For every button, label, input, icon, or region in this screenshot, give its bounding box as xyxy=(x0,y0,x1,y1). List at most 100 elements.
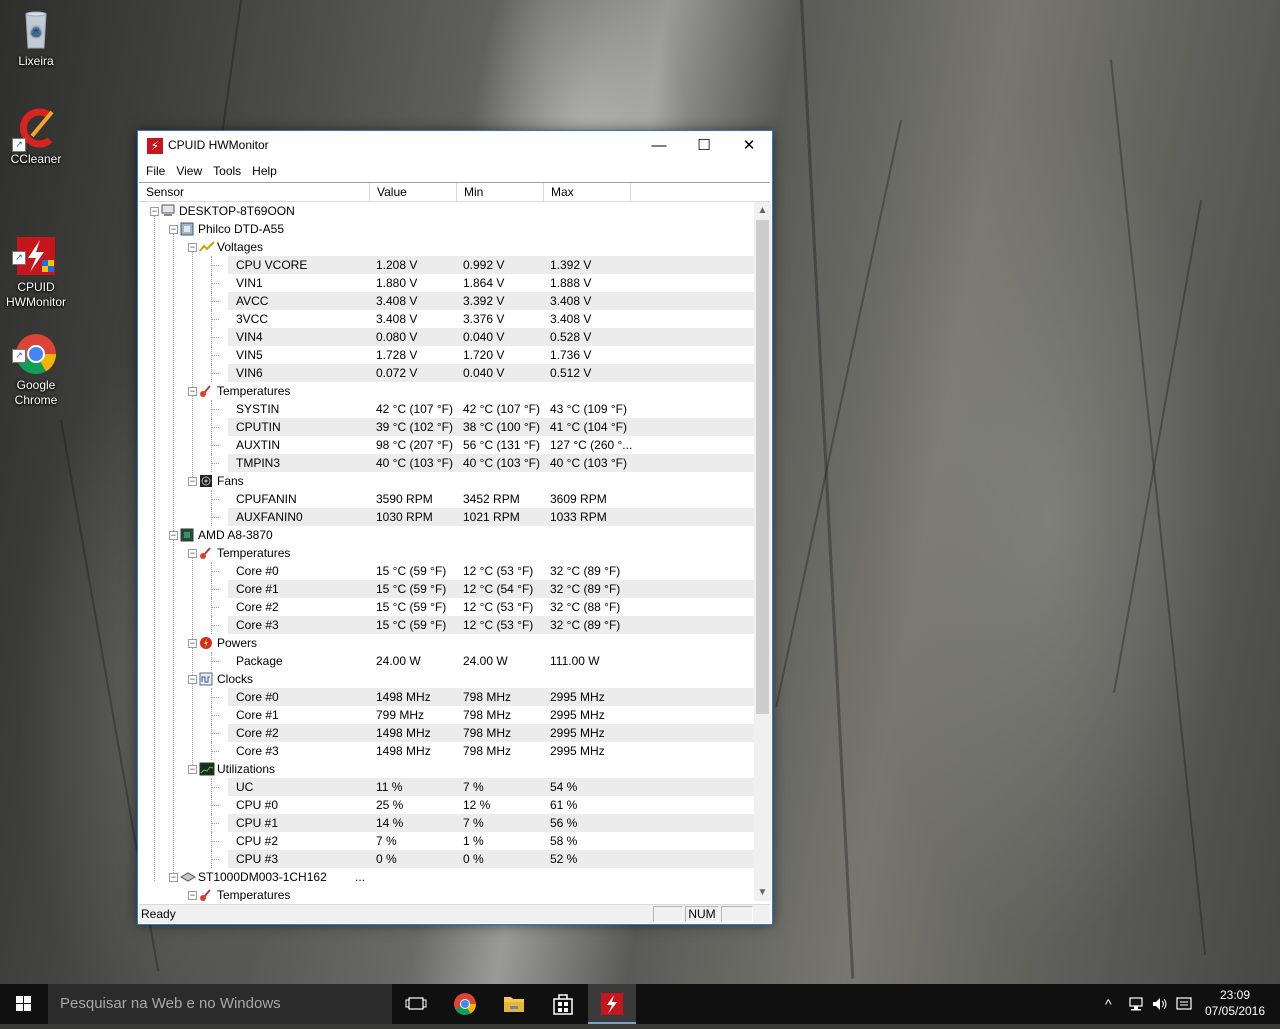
minimize-button[interactable]: — xyxy=(636,131,682,161)
sensor-row[interactable]: AUXTIN 98 °C (207 °F) 56 °C (131 °F) 127 °C… xyxy=(139,436,754,454)
sensor-min: 798 MHz xyxy=(463,726,512,740)
sensor-group-row[interactable]: − Temperatures xyxy=(139,886,754,901)
sensor-group-row[interactable]: − Temperatures xyxy=(139,544,754,562)
sensor-row[interactable]: Core #2 15 °C (59 °F) 12 °C (53 °F) 32 °C (… xyxy=(139,598,754,616)
sensor-row[interactable]: CPU #1 14 % 7 % 56 % xyxy=(139,814,754,832)
sensor-tree[interactable]: − DESKTOP-8T69OON − Philco DTD-A55− Voltages… xyxy=(139,202,754,901)
search-input[interactable]: Pesquisar na Web e no Windows xyxy=(48,984,392,1024)
sensor-row[interactable]: CPU #0 25 % 12 % 61 % xyxy=(139,796,754,814)
menu-help[interactable]: Help xyxy=(248,161,284,181)
title-bar[interactable]: ⚡ CPUID HWMonitor — ☐ ✕ xyxy=(138,131,772,161)
column-sensor[interactable]: Sensor xyxy=(139,183,370,201)
taskbar-chrome-button[interactable] xyxy=(441,984,489,1024)
desktop-icon-recycle-bin[interactable]: ♻ Lixeira xyxy=(0,8,72,69)
action-center-icon[interactable] xyxy=(1175,996,1193,1015)
sensor-row[interactable]: VIN6 0.072 V 0.040 V 0.512 V xyxy=(139,364,754,382)
sensor-row[interactable]: Core #0 15 °C (59 °F) 12 °C (53 °F) 32 °C (… xyxy=(139,562,754,580)
volume-icon[interactable] xyxy=(1151,996,1169,1015)
sensor-row[interactable]: 3VCC 3.408 V 3.376 V 3.408 V xyxy=(139,310,754,328)
sensor-name: VIN6 xyxy=(236,366,263,380)
sensor-row[interactable]: CPUFANIN 3590 RPM 3452 RPM 3609 RPM xyxy=(139,490,754,508)
sensor-name: Package xyxy=(236,654,283,668)
sensor-group-row[interactable]: − Fans xyxy=(139,472,754,490)
sensor-row[interactable]: Core #1 15 °C (59 °F) 12 °C (54 °F) 32 °C (… xyxy=(139,580,754,598)
menu-tools[interactable]: Tools xyxy=(209,161,248,181)
collapse-toggle-icon[interactable]: − xyxy=(188,243,197,252)
scroll-up-icon[interactable]: ▲ xyxy=(754,202,771,219)
task-view-button[interactable] xyxy=(392,984,440,1024)
sensor-max: 58 % xyxy=(550,834,578,848)
sensor-min: 1 % xyxy=(463,834,484,848)
vertical-scrollbar[interactable]: ▲ ▼ xyxy=(754,202,771,901)
collapse-toggle-icon[interactable]: − xyxy=(188,765,197,774)
sensor-value: 15 °C (59 °F) xyxy=(376,600,447,614)
collapse-toggle-icon[interactable]: − xyxy=(169,225,178,234)
sensor-row[interactable]: Core #3 15 °C (59 °F) 12 °C (53 °F) 32 °C (… xyxy=(139,616,754,634)
collapse-toggle-icon[interactable]: − xyxy=(188,477,197,486)
collapse-toggle-icon[interactable]: − xyxy=(150,207,159,216)
sensor-row[interactable]: CPU VCORE 1.208 V 0.992 V 1.392 V xyxy=(139,256,754,274)
sensor-row[interactable]: AVCC 3.408 V 3.392 V 3.408 V xyxy=(139,292,754,310)
sensor-group-row[interactable]: − Utilizations xyxy=(139,760,754,778)
sensor-group-row[interactable]: − Philco DTD-A55 xyxy=(139,220,754,238)
taskbar-store-button[interactable] xyxy=(539,984,587,1024)
taskbar-hwmonitor-button[interactable] xyxy=(588,984,636,1024)
system-clock[interactable]: 23:09 07/05/2016 xyxy=(1200,987,1270,1019)
collapse-toggle-icon[interactable]: − xyxy=(188,891,197,900)
sensor-row[interactable]: SYSTIN 42 °C (107 °F) 42 °C (107 °F) 43 °C … xyxy=(139,400,754,418)
sensor-row[interactable]: CPUTIN 39 °C (102 °F) 38 °C (100 °F) 41 °C … xyxy=(139,418,754,436)
taskbar-explorer-button[interactable] xyxy=(490,984,538,1024)
sensor-name: 3VCC xyxy=(236,312,269,326)
tree-guide-line xyxy=(211,805,219,806)
collapse-toggle-icon[interactable]: − xyxy=(169,531,178,540)
close-button[interactable]: ✕ xyxy=(726,131,772,161)
sensor-row[interactable]: VIN1 1.880 V 1.864 V 1.888 V xyxy=(139,274,754,292)
menu-file[interactable]: File xyxy=(142,161,172,181)
column-max[interactable]: Max xyxy=(544,183,631,201)
sensor-group-row[interactable]: − Powers xyxy=(139,634,754,652)
sensor-value: 1498 MHz xyxy=(376,744,431,758)
sensor-group-row[interactable]: − Temperatures xyxy=(139,382,754,400)
scrollbar-thumb[interactable] xyxy=(756,220,769,714)
sensor-row[interactable]: Package 24.00 W 24.00 W 111.00 W xyxy=(139,652,754,670)
sensor-row[interactable]: VIN5 1.728 V 1.720 V 1.736 V xyxy=(139,346,754,364)
sensor-row[interactable]: VIN4 0.080 V 0.040 V 0.528 V xyxy=(139,328,754,346)
sensor-name: Core #1 xyxy=(236,582,279,596)
collapse-toggle-icon[interactable]: − xyxy=(169,873,178,882)
column-value[interactable]: Value xyxy=(370,183,457,201)
menu-view[interactable]: View xyxy=(172,161,209,181)
sensor-name: AUXTIN xyxy=(236,438,281,452)
sensor-row[interactable]: CPU #3 0 % 0 % 52 % xyxy=(139,850,754,868)
sensor-row[interactable]: Core #3 1498 MHz 798 MHz 2995 MHz xyxy=(139,742,754,760)
collapse-toggle-icon[interactable]: − xyxy=(188,549,197,558)
sensor-row[interactable]: AUXFANIN0 1030 RPM 1021 RPM 1033 RPM xyxy=(139,508,754,526)
tree-guide-line xyxy=(211,517,219,518)
sensor-name-overflow: ... xyxy=(355,870,366,884)
desktop-icon-chrome[interactable]: ↗ Google Chrome xyxy=(0,302,72,423)
sensor-row[interactable]: UC 11 % 7 % 54 % xyxy=(139,778,754,796)
sensor-group-row[interactable]: − Voltages xyxy=(139,238,754,256)
sensor-max: 43 °C (109 °F) xyxy=(550,402,627,416)
sensor-name: CPUFANIN xyxy=(236,492,297,506)
column-min[interactable]: Min xyxy=(457,183,544,201)
show-hidden-icons-icon[interactable]: ^ xyxy=(1105,996,1112,1012)
desktop-icon-ccleaner[interactable]: ↗ CCleaner xyxy=(0,106,72,167)
sensor-row[interactable]: Core #1 799 MHz 798 MHz 2995 MHz xyxy=(139,706,754,724)
tree-guide-line xyxy=(211,427,219,428)
collapse-toggle-icon[interactable]: − xyxy=(188,387,197,396)
collapse-toggle-icon[interactable]: − xyxy=(188,639,197,648)
scroll-down-icon[interactable]: ▼ xyxy=(754,884,771,901)
sensor-max: 2995 MHz xyxy=(550,690,605,704)
collapse-toggle-icon[interactable]: − xyxy=(188,675,197,684)
sensor-row[interactable]: CPU #2 7 % 1 % 58 % xyxy=(139,832,754,850)
sensor-group-row[interactable]: − DESKTOP-8T69OON xyxy=(139,202,754,220)
sensor-group-row[interactable]: − ST1000DM003-1CH162... xyxy=(139,868,754,886)
sensor-row[interactable]: TMPIN3 40 °C (103 °F) 40 °C (103 °F) 40 °C … xyxy=(139,454,754,472)
sensor-row[interactable]: Core #2 1498 MHz 798 MHz 2995 MHz xyxy=(139,724,754,742)
sensor-group-row[interactable]: − Clocks xyxy=(139,670,754,688)
start-button[interactable] xyxy=(0,984,48,1024)
network-icon[interactable] xyxy=(1127,996,1145,1015)
sensor-group-row[interactable]: − AMD A8-3870 xyxy=(139,526,754,544)
maximize-button[interactable]: ☐ xyxy=(681,131,727,161)
sensor-row[interactable]: Core #0 1498 MHz 798 MHz 2995 MHz xyxy=(139,688,754,706)
